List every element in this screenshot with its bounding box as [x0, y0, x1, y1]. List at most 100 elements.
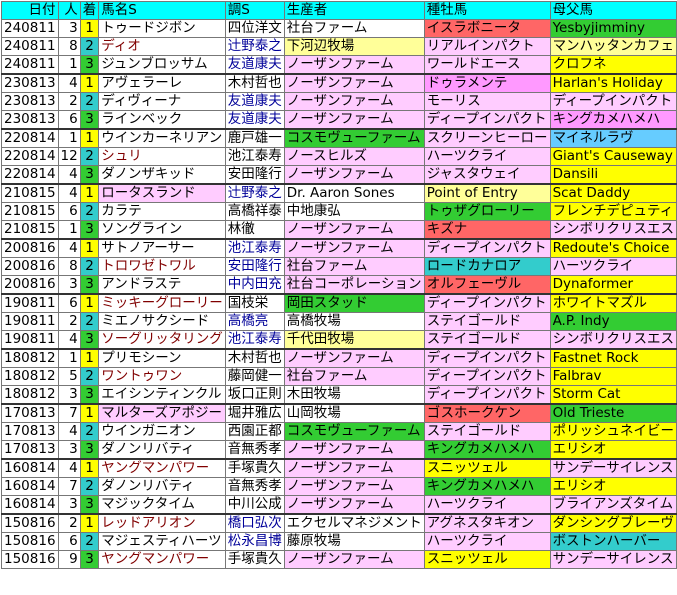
finish-cell: 2 [79, 312, 100, 331]
breeder-cell: ノーザンファーム [283, 165, 425, 185]
broodmare-sire-cell: シンボリクリスエス [549, 330, 677, 350]
breeder-cell: 社台コーポレーション [283, 275, 425, 295]
popularity-cell: 6 [57, 202, 81, 221]
horse-name-cell: ダノンリバティ [98, 477, 226, 496]
breeder-cell: ノーザンファーム [283, 238, 425, 258]
trainer-cell: 音無秀孝 [224, 440, 285, 460]
sire-cell: オルフェーヴル [423, 275, 551, 295]
date-cell: 230813 [1, 92, 59, 111]
finish-cell: 2 [79, 37, 100, 56]
finish-cell: 2 [79, 532, 100, 551]
popularity-cell: 7 [57, 403, 81, 423]
horse-name-cell: マジェスティハーツ [98, 532, 226, 551]
sire-cell: キズナ [423, 220, 551, 240]
breeder-cell: ノーザンファーム [283, 220, 425, 240]
table-row: 210815 1 3 ソングライン 林徹 ノーザンファーム キズナ シンボリクリスエス [1, 220, 677, 240]
trainer-cell: 音無秀孝 [224, 477, 285, 496]
trainer-cell: 池江泰寿 [224, 147, 285, 166]
horse-name-cell: プリモシーン [98, 348, 226, 368]
breeder-cell: 社台ファーム [283, 19, 425, 38]
popularity-cell: 2 [57, 312, 81, 331]
popularity-cell: 4 [57, 73, 81, 93]
trainer-cell: 林徹 [224, 220, 285, 240]
popularity-cell: 1 [57, 128, 81, 148]
finish-cell: 3 [79, 55, 100, 75]
date-cell: 170813 [1, 403, 59, 423]
popularity-cell: 7 [57, 477, 81, 496]
table-row: 170813 7 1 マルターズアポジー 堀井雅広 山岡牧場 ゴスホークケン Old Trie… [1, 403, 677, 423]
broodmare-sire-cell: Storm Cat [549, 385, 677, 405]
sire-cell: ゴスホークケン [423, 403, 551, 423]
breeder-cell: Dr. Aaron Sones [283, 183, 425, 203]
table-row: 150816 2 1 レッドアリオン 橋口弘次 エクセルマネジメント アグネスタキオン ダンシ… [1, 513, 677, 533]
table-row: 240811 1 3 ジュンブロッサム 友道康夫 ノーザンファーム ワールドエース クロフネ [1, 55, 677, 75]
trainer-cell: 辻野泰之 [224, 183, 285, 203]
date-cell: 190811 [1, 330, 59, 350]
date-cell: 190811 [1, 293, 59, 313]
breeder-cell: ノーザンファーム [283, 348, 425, 368]
popularity-cell: 12 [57, 147, 81, 166]
table-row: 220814 4 3 ダノンザキッド 安田隆行 ノーザンファーム ジャスタウェイ Dansil… [1, 165, 677, 185]
table-row: 180812 5 2 ワントゥワン 藤岡健一 社台ファーム ディープインパクト Falbrav [1, 367, 677, 386]
popularity-cell: 8 [57, 257, 81, 276]
trainer-cell: 安田隆行 [224, 165, 285, 185]
finish-cell: 2 [79, 147, 100, 166]
breeder-cell: コスモヴューファーム [283, 422, 425, 441]
table-row: 190811 6 1 ミッキーグローリー 国枝栄 岡田スタッド ディープインパクト ホワイトマ… [1, 293, 677, 313]
date-cell: 210815 [1, 220, 59, 240]
horse-name-cell: ウインガニオン [98, 422, 226, 441]
broodmare-sire-cell: Scat Daddy [549, 183, 677, 203]
date-cell: 230813 [1, 110, 59, 130]
horse-name-cell: サトノアーサー [98, 238, 226, 258]
breeder-cell: 藤原牧場 [283, 532, 425, 551]
broodmare-sire-cell: Redoute's Choice [549, 238, 677, 258]
horse-name-cell: ヤングマンパワー [98, 550, 226, 569]
trainer-cell: 西園正都 [224, 422, 285, 441]
broodmare-sire-cell: ブライアンズタイム [549, 495, 677, 515]
results-table-body: 日付 人 着 馬名S 調S 生産者 種牡馬 母父馬 240811 3 1 トゥードジボ… [1, 1, 677, 569]
sire-cell: ディープインパクト [423, 348, 551, 368]
horse-name-cell: ヤングマンパワー [98, 458, 226, 478]
date-cell: 240811 [1, 37, 59, 56]
popularity-cell: 1 [57, 220, 81, 240]
broodmare-sire-cell: Yesbyjimminy [549, 19, 677, 38]
broodmare-sire-cell: ホワイトマズル [549, 293, 677, 313]
horse-name-cell: マジックタイム [98, 495, 226, 515]
horse-name-cell: マルターズアポジー [98, 403, 226, 423]
popularity-cell: 1 [57, 55, 81, 75]
finish-cell: 2 [79, 477, 100, 496]
broodmare-sire-cell: Falbrav [549, 367, 677, 386]
sire-cell: アグネスタキオン [423, 513, 551, 533]
broodmare-sire-cell: Harlan's Holiday [549, 73, 677, 93]
finish-cell: 1 [79, 183, 100, 203]
date-cell: 170813 [1, 422, 59, 441]
sire-cell: ハーツクライ [423, 532, 551, 551]
broodmare-sire-cell: Old Trieste [549, 403, 677, 423]
header-finish: 着 [79, 1, 100, 20]
table-row: 170813 4 2 ウインガニオン 西園正都 コスモヴューファーム ステイゴールド ポリッシ… [1, 422, 677, 441]
finish-cell: 1 [79, 19, 100, 38]
breeder-cell: 下河辺牧場 [283, 37, 425, 56]
sire-cell: スニッツェル [423, 458, 551, 478]
finish-cell: 2 [79, 92, 100, 111]
trainer-cell: 藤岡健一 [224, 367, 285, 386]
date-cell: 150816 [1, 550, 59, 569]
sire-cell: ステイゴールド [423, 330, 551, 350]
table-row: 240811 8 2 ディオ 辻野泰之 下河辺牧場 リアルインパクト マンハッタンカフェ [1, 37, 677, 56]
broodmare-sire-cell: ボストンハーバー [549, 532, 677, 551]
breeder-cell: ノーザンファーム [283, 495, 425, 515]
date-cell: 240811 [1, 55, 59, 75]
broodmare-sire-cell: マンハッタンカフェ [549, 37, 677, 56]
breeder-cell: 岡田スタッド [283, 293, 425, 313]
finish-cell: 1 [79, 458, 100, 478]
table-row: 230813 6 3 ラインベック 友道康夫 ノーザンファーム ディープインパクト キングカメ… [1, 110, 677, 130]
popularity-cell: 2 [57, 92, 81, 111]
broodmare-sire-cell: A.P. Indy [549, 312, 677, 331]
sire-cell: ハーツクライ [423, 147, 551, 166]
date-cell: 160814 [1, 477, 59, 496]
sire-cell: スニッツェル [423, 550, 551, 569]
breeder-cell: ノーザンファーム [283, 92, 425, 111]
breeder-cell: ノーザンファーム [283, 440, 425, 460]
date-cell: 170813 [1, 440, 59, 460]
date-cell: 180812 [1, 367, 59, 386]
